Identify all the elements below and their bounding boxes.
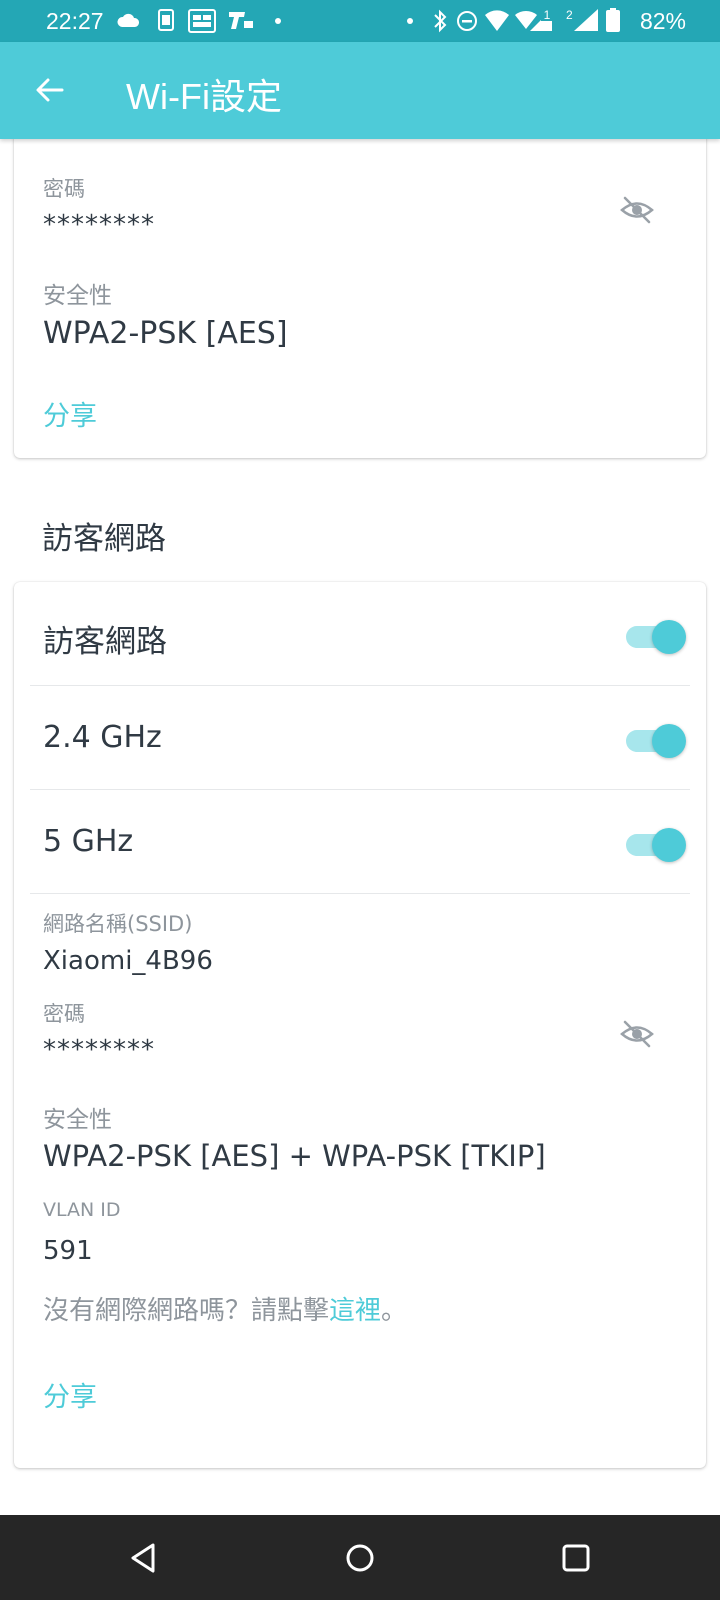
signal-sim2-icon: 2 bbox=[566, 8, 598, 31]
password-value: ******** bbox=[43, 210, 155, 240]
share-button[interactable]: 分享 bbox=[43, 394, 97, 433]
eye-hidden-icon[interactable] bbox=[620, 195, 654, 225]
no-internet-help-text: 沒有網際網路嗎？請點擊這裡。 bbox=[43, 1290, 407, 1327]
ssid-label: 網路名稱(SSID) bbox=[43, 912, 193, 936]
circle-home-icon[interactable] bbox=[339, 1537, 381, 1579]
signal-sim1-icon: 1 bbox=[515, 8, 553, 31]
guest-network-toggle-row: 訪客網路 bbox=[30, 582, 690, 686]
wifi-icon bbox=[485, 10, 509, 31]
guest-network-toggle[interactable] bbox=[626, 620, 686, 654]
toggle-thumb bbox=[652, 620, 686, 654]
status-time: 22:27 bbox=[46, 8, 104, 34]
mc-app-icon bbox=[188, 9, 216, 33]
bluetooth-icon bbox=[434, 9, 447, 33]
band-24ghz-row: 2.4 GHz bbox=[30, 686, 690, 790]
guest-network-card: 訪客網路 2.4 GHz 5 GHz 網路名稱(SSID) Xiaomi_4B9… bbox=[14, 582, 706, 1468]
security-value: WPA2-PSK [AES] bbox=[43, 316, 288, 351]
vlan-id-value: 591 bbox=[43, 1236, 93, 1266]
system-nav-bar bbox=[0, 1515, 720, 1600]
band-24ghz-toggle[interactable] bbox=[626, 724, 686, 758]
dot-icon bbox=[275, 18, 281, 24]
square-recents-icon[interactable] bbox=[555, 1537, 597, 1579]
sim2-label: 2 bbox=[566, 8, 573, 22]
settings-scroll-area[interactable]: 密碼 ******** 安全性 WPA2-PSK [AES] 分享 訪客網路 訪… bbox=[0, 139, 720, 1515]
band-5ghz-row: 5 GHz bbox=[30, 790, 690, 894]
sim-card-icon bbox=[158, 9, 174, 31]
cloud-icon bbox=[117, 13, 140, 27]
guest-security-value: WPA2-PSK [AES] + WPA-PSK [TKIP] bbox=[43, 1139, 546, 1173]
app-bar: Wi-Fi設定 bbox=[0, 42, 720, 139]
sim1-label: 1 bbox=[544, 8, 551, 22]
battery-percent: 82% bbox=[639, 8, 686, 34]
password-label: 密碼 bbox=[43, 177, 85, 201]
security-label: 安全性 bbox=[43, 283, 112, 309]
battery-icon bbox=[606, 8, 620, 32]
guest-security-label: 安全性 bbox=[43, 1107, 112, 1133]
band-5ghz-toggle[interactable] bbox=[626, 828, 686, 862]
toggle-thumb bbox=[652, 828, 686, 862]
guest-password-label: 密碼 bbox=[43, 1002, 85, 1026]
guest-password-value: ******** bbox=[43, 1035, 155, 1065]
ssid-value: Xiaomi_4B96 bbox=[43, 946, 213, 976]
band-24ghz-label: 2.4 GHz bbox=[43, 720, 162, 755]
triangle-back-icon[interactable] bbox=[123, 1537, 165, 1579]
dot-icon bbox=[407, 18, 413, 24]
eye-hidden-icon[interactable] bbox=[620, 1019, 654, 1049]
vlan-id-label: VLAN ID bbox=[43, 1199, 121, 1221]
status-bar: 22:27 1 2 82% bbox=[0, 0, 720, 42]
no-internet-help-link[interactable]: 這裡 bbox=[329, 1296, 381, 1326]
page-title: Wi-Fi設定 bbox=[126, 76, 282, 117]
band-5ghz-label: 5 GHz bbox=[43, 824, 134, 859]
main-network-card: 密碼 ******** 安全性 WPA2-PSK [AES] 分享 bbox=[14, 139, 706, 458]
toggle-thumb bbox=[652, 724, 686, 758]
guest-network-toggle-label: 訪客網路 bbox=[43, 624, 167, 660]
arrow-left-icon[interactable] bbox=[32, 72, 68, 108]
guest-share-button[interactable]: 分享 bbox=[43, 1375, 97, 1414]
t-app-icon bbox=[229, 12, 253, 29]
do-not-disturb-icon bbox=[457, 11, 477, 31]
section-title-guest-network: 訪客網路 bbox=[42, 521, 166, 557]
no-internet-suffix: 。 bbox=[381, 1296, 408, 1326]
no-internet-prefix: 沒有網際網路嗎？請點擊 bbox=[43, 1296, 330, 1326]
